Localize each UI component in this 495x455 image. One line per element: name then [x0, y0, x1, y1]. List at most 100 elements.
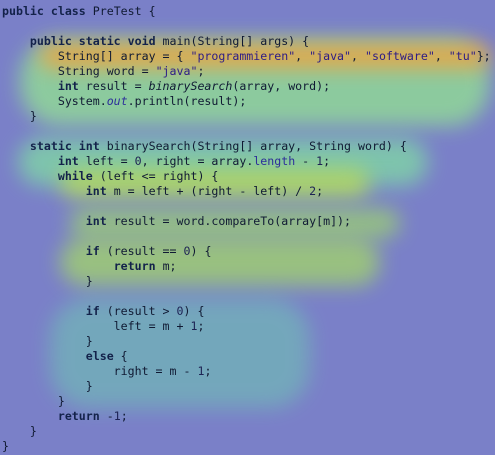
code-token: ;	[323, 154, 331, 168]
code-token: System.	[2, 94, 107, 108]
code-token: public static void	[29, 34, 163, 48]
code-line: String word = "java";	[0, 64, 495, 79]
code-token: "software"	[365, 49, 435, 63]
code-token: else	[85, 349, 121, 363]
code-line: }	[0, 379, 495, 394]
code-token: ) {	[190, 244, 212, 258]
code-token: out	[106, 94, 128, 108]
code-token: right = m -	[2, 364, 198, 378]
code-token: ;	[316, 184, 324, 198]
code-token: 1	[113, 409, 121, 423]
code-line: return -1;	[0, 409, 495, 424]
code-line: if (result == 0) {	[0, 244, 495, 259]
code-line: }	[0, 109, 495, 124]
code-token: }	[2, 424, 37, 438]
code-line: int left = 0, right = array.length - 1;	[0, 154, 495, 169]
code-token: "programmieren"	[190, 49, 296, 63]
code-token: int	[57, 79, 86, 93]
code-token: length	[253, 154, 296, 168]
code-token: , right = array.	[141, 154, 254, 168]
code-line: else {	[0, 349, 495, 364]
code-token: return	[57, 409, 107, 423]
code-token: ,	[351, 49, 365, 63]
code-token: ;	[120, 409, 128, 423]
code-line: }	[0, 394, 495, 409]
code-token: left = m +	[2, 319, 191, 333]
code-token: result =	[85, 79, 149, 93]
code-line: right = m - 1;	[0, 364, 495, 379]
code-token: -	[295, 154, 317, 168]
code-token: (left <= right) {	[99, 169, 219, 183]
code-token: "tu"	[448, 49, 477, 63]
code-token: main(String[] args) {	[162, 34, 310, 48]
code-token: }	[2, 379, 93, 393]
code-line: public static void main(String[] args) {	[0, 34, 495, 49]
code-token: ,	[434, 49, 449, 63]
code-line: if (result > 0) {	[0, 304, 495, 319]
code-token: ;	[204, 364, 212, 378]
code-token: public class	[2, 4, 93, 18]
code-token: binarySearch(String[] array, String word…	[106, 139, 407, 153]
code-token: ,	[295, 49, 310, 63]
code-token: "java"	[155, 64, 198, 78]
code-token: }	[2, 439, 9, 453]
code-line: }	[0, 439, 495, 454]
code-token: ;	[197, 319, 205, 333]
code-token: PreTest {	[92, 4, 156, 18]
code-text: public class PreTest { public static voi…	[0, 0, 495, 454]
code-token: binarySearch	[148, 79, 233, 93]
code-editor: public class PreTest { public static voi…	[0, 0, 495, 455]
code-token: if	[85, 244, 107, 258]
code-token: String word =	[2, 64, 156, 78]
code-token: "java"	[309, 49, 352, 63]
code-line: int result = word.compareTo(array[m]);	[0, 214, 495, 229]
code-line: static int binarySearch(String[] array, …	[0, 139, 495, 154]
code-token: -	[106, 409, 114, 423]
code-token: int	[85, 184, 114, 198]
code-token: left =	[85, 154, 135, 168]
code-line: }	[0, 334, 495, 349]
code-token: static int	[29, 139, 107, 153]
code-token: (result >	[106, 304, 177, 318]
code-token: (array, word);	[232, 79, 331, 93]
code-line: }	[0, 424, 495, 439]
code-token: int	[85, 214, 114, 228]
code-line: return m;	[0, 259, 495, 274]
code-token: if	[85, 304, 107, 318]
code-line: left = m + 1;	[0, 319, 495, 334]
code-token: while	[57, 169, 100, 183]
code-line: }	[0, 274, 495, 289]
code-token: }	[2, 274, 93, 288]
code-line: int m = left + (right - left) / 2;	[0, 184, 495, 199]
code-token: int	[57, 154, 86, 168]
code-line: String[] array = { "programmieren", "jav…	[0, 49, 495, 64]
code-token: }	[2, 394, 65, 408]
code-token: String[] array = {	[2, 49, 191, 63]
code-line: int result = binarySearch(array, word);	[0, 79, 495, 94]
code-token: result = word.compareTo(array[m]);	[113, 214, 352, 228]
code-token: return	[113, 259, 163, 273]
code-token: };	[476, 49, 491, 63]
code-token: }	[2, 334, 93, 348]
code-token: ;	[197, 64, 205, 78]
code-token: (result ==	[106, 244, 184, 258]
code-line: System.out.println(result);	[0, 94, 495, 109]
code-token: 0	[134, 154, 142, 168]
code-line: while (left <= right) {	[0, 169, 495, 184]
